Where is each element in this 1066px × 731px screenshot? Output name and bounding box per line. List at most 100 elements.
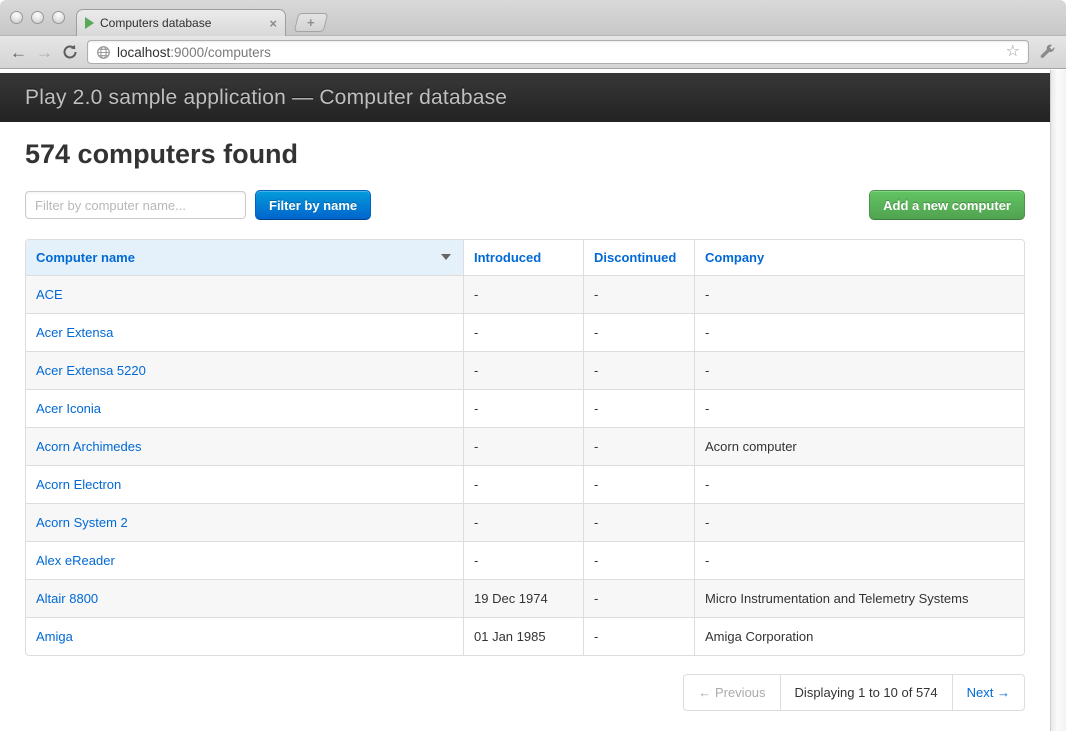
- column-header-company[interactable]: Company: [694, 240, 1024, 275]
- tab-strip: Computers database × +: [0, 0, 1066, 36]
- computer-name-link[interactable]: Altair 8800: [36, 591, 98, 606]
- computer-name-link[interactable]: Acorn System 2: [36, 515, 128, 530]
- table-cell: -: [583, 313, 694, 351]
- table-row: Acorn Electron---: [26, 465, 1024, 503]
- url-text: localhost:9000/computers: [117, 45, 1000, 60]
- browser-toolbar: ← → localhost:9000/computers ☆: [0, 36, 1066, 69]
- url-path: :9000/computers: [170, 45, 271, 60]
- table-cell: -: [583, 617, 694, 655]
- url-host: localhost: [117, 45, 170, 60]
- computer-name-cell: Alex eReader: [26, 541, 463, 579]
- bookmark-star-icon[interactable]: ☆: [1006, 44, 1020, 60]
- add-computer-button[interactable]: Add a new computer: [869, 190, 1025, 220]
- table-cell: -: [694, 389, 1024, 427]
- table-cell: -: [583, 427, 694, 465]
- table-body: ACE---Acer Extensa---Acer Extensa 5220--…: [26, 275, 1024, 655]
- table-cell: -: [583, 579, 694, 617]
- computer-name-link[interactable]: Acorn Archimedes: [36, 439, 142, 454]
- computer-name-link[interactable]: Acer Extensa 5220: [36, 363, 146, 378]
- pagination-status: Displaying 1 to 10 of 574: [780, 675, 952, 710]
- table-row: ACE---: [26, 275, 1024, 313]
- table-cell: -: [463, 313, 583, 351]
- table-cell: -: [583, 351, 694, 389]
- table-cell: Amiga Corporation: [694, 617, 1024, 655]
- computer-name-link[interactable]: Acorn Electron: [36, 477, 121, 492]
- table-cell: -: [583, 541, 694, 579]
- computer-name-link[interactable]: Alex eReader: [36, 553, 115, 568]
- table-cell: -: [463, 427, 583, 465]
- computer-name-cell: ACE: [26, 275, 463, 313]
- table-cell: -: [463, 503, 583, 541]
- computer-name-cell: Acer Extensa: [26, 313, 463, 351]
- computer-name-cell: Acorn Electron: [26, 465, 463, 503]
- column-header-label: Computer name: [36, 250, 135, 265]
- page-title: 574 computers found: [25, 139, 1025, 170]
- table-cell: -: [694, 313, 1024, 351]
- computer-name-link[interactable]: Acer Iconia: [36, 401, 101, 416]
- filter-input[interactable]: [25, 191, 246, 219]
- table-row: Acer Extensa---: [26, 313, 1024, 351]
- browser-window: Computers database × + ← → localhost:: [0, 0, 1066, 731]
- table-cell: 19 Dec 1974: [463, 579, 583, 617]
- computer-name-cell: Acorn Archimedes: [26, 427, 463, 465]
- table-row: Acer Extensa 5220---: [26, 351, 1024, 389]
- plus-icon: +: [307, 16, 315, 29]
- app-title: Play 2.0 sample application — Computer d…: [25, 86, 507, 110]
- computer-name-link[interactable]: Acer Extensa: [36, 325, 113, 340]
- computer-name-link[interactable]: ACE: [36, 287, 63, 302]
- table-cell: -: [694, 275, 1024, 313]
- browser-tab[interactable]: Computers database ×: [76, 9, 286, 36]
- back-icon[interactable]: ←: [10, 44, 27, 61]
- computer-name-cell: Altair 8800: [26, 579, 463, 617]
- reload-icon[interactable]: [62, 44, 78, 60]
- column-header-discontinued[interactable]: Discontinued: [583, 240, 694, 275]
- window-zoom-button[interactable]: [52, 11, 65, 24]
- next-page-button[interactable]: Next →: [952, 675, 1024, 710]
- tab-close-icon[interactable]: ×: [269, 17, 277, 30]
- app-header: Play 2.0 sample application — Computer d…: [0, 73, 1050, 122]
- table-cell: -: [694, 465, 1024, 503]
- sort-caret-icon: [441, 254, 451, 260]
- wrench-menu-icon[interactable]: [1038, 43, 1056, 61]
- table-cell: -: [583, 465, 694, 503]
- table-row: Acer Iconia---: [26, 389, 1024, 427]
- table-cell: -: [583, 503, 694, 541]
- table-header-row: Computer name Introduced Discontinued Co…: [26, 240, 1024, 275]
- address-bar[interactable]: localhost:9000/computers ☆: [87, 40, 1029, 64]
- table-row: Alex eReader---: [26, 541, 1024, 579]
- filter-controls: Filter by name Add a new computer: [25, 190, 1025, 220]
- page-content: Play 2.0 sample application — Computer d…: [0, 70, 1050, 731]
- table-cell: -: [463, 275, 583, 313]
- column-header-computer-name[interactable]: Computer name: [26, 240, 463, 275]
- computer-name-link[interactable]: Amiga: [36, 629, 73, 644]
- play-favicon-icon: [85, 17, 94, 29]
- computer-name-cell: Acer Iconia: [26, 389, 463, 427]
- window-controls: [10, 11, 65, 24]
- tab-title: Computers database: [100, 16, 263, 30]
- new-tab-button[interactable]: +: [294, 13, 329, 32]
- table-row: Acorn System 2---: [26, 503, 1024, 541]
- computer-name-cell: Amiga: [26, 617, 463, 655]
- table-cell: -: [583, 275, 694, 313]
- scrollbar[interactable]: [1050, 70, 1066, 731]
- pagination: ← Previous Displaying 1 to 10 of 574 Nex…: [25, 674, 1025, 711]
- table-row: Altair 8800 19 Dec 1974-Micro Instrumenta…: [26, 579, 1024, 617]
- globe-icon: [96, 45, 111, 60]
- window-close-button[interactable]: [10, 11, 23, 24]
- table-cell: Acorn computer: [694, 427, 1024, 465]
- computers-table: Computer name Introduced Discontinued Co…: [25, 239, 1025, 656]
- table-cell: -: [463, 351, 583, 389]
- table-row: Acorn Archimedes--Acorn computer: [26, 427, 1024, 465]
- table-cell: -: [694, 503, 1024, 541]
- previous-page-button: ← Previous: [684, 675, 779, 710]
- forward-icon: →: [36, 44, 53, 61]
- table-cell: -: [463, 389, 583, 427]
- table-cell: -: [694, 541, 1024, 579]
- table-cell: Micro Instrumentation and Telemetry Syst…: [694, 579, 1024, 617]
- table-cell: 01 Jan 1985: [463, 617, 583, 655]
- table-cell: -: [694, 351, 1024, 389]
- window-minimize-button[interactable]: [31, 11, 44, 24]
- column-header-introduced[interactable]: Introduced: [463, 240, 583, 275]
- filter-button[interactable]: Filter by name: [255, 190, 371, 220]
- computer-name-cell: Acer Extensa 5220: [26, 351, 463, 389]
